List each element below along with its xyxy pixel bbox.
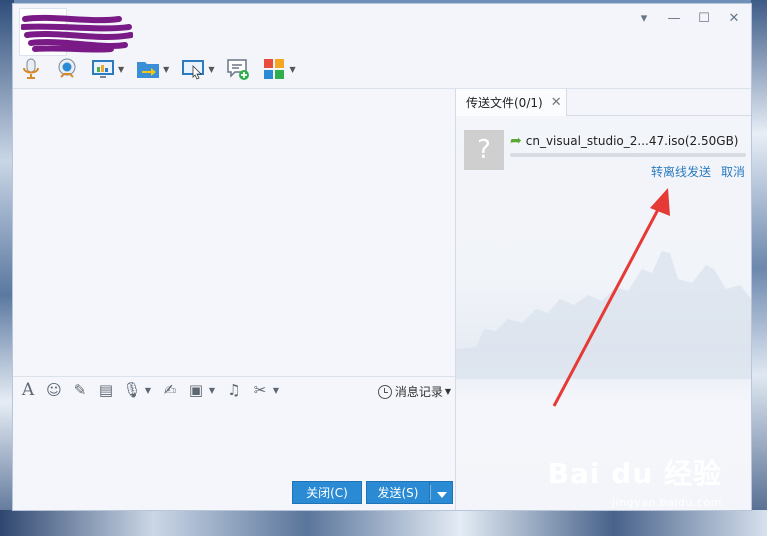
chat-add-icon	[227, 59, 250, 80]
background-bottom	[0, 510, 767, 536]
file-name: cn_visual_studio_2...47.iso(2.50GB)	[525, 134, 739, 148]
music-icon[interactable]: ♫	[223, 379, 245, 401]
offline-send-link[interactable]: 转离线发送	[651, 163, 711, 180]
send-button[interactable]: 发送(S)	[366, 481, 429, 504]
magic-wand-icon[interactable]: ✎	[69, 379, 91, 401]
apps-icon	[264, 59, 285, 79]
scissors-dropdown-icon[interactable]: ▼	[271, 379, 281, 401]
annotation-arrow-icon	[552, 188, 670, 407]
remote-desktop-button[interactable]: ▼	[181, 56, 214, 82]
video-icon	[58, 58, 76, 78]
menu-caret-icon[interactable]: ▾	[635, 10, 653, 28]
send-arrow-icon: ➦	[510, 133, 522, 149]
edit-icon[interactable]: ✍	[159, 379, 181, 401]
window-controls: ▾ — ☐ ✕	[635, 10, 743, 28]
emoji-icon[interactable]: ☺	[43, 379, 65, 401]
input-toolbar: A ☺ ✎ ▤ 🎙 ▼ ✍ ▣ ▼ ♫ ✂ ▼	[17, 379, 287, 401]
screen-share-icon	[92, 60, 114, 78]
film-icon[interactable]: ▤	[95, 379, 117, 401]
tab-close-icon[interactable]: ✕	[551, 95, 562, 110]
scissors-icon[interactable]: ✂	[249, 379, 271, 401]
file-transfer-dropdown-icon[interactable]: ▼	[163, 65, 169, 74]
file-transfer-button[interactable]: ▼	[136, 56, 169, 82]
video-call-button[interactable]	[55, 56, 79, 82]
redaction-scribble	[21, 14, 133, 53]
send-options-button[interactable]	[429, 481, 453, 504]
top-toolbar: ▼ ▼ ▼ ▼	[19, 56, 308, 82]
microphone-icon	[23, 58, 39, 79]
input-divider	[13, 376, 455, 377]
message-history-area[interactable]	[13, 89, 455, 376]
clock-icon	[377, 384, 392, 399]
file-transfer-icon	[137, 62, 160, 78]
cancel-link[interactable]: 取消	[721, 163, 745, 180]
message-history-button[interactable]: 消息记录 ▼	[377, 383, 451, 400]
file-type-icon: ?	[464, 130, 504, 170]
remote-desktop-icon	[182, 60, 205, 80]
apps-button[interactable]: ▼	[262, 56, 296, 82]
voice-call-button[interactable]	[19, 56, 43, 82]
voice-icon[interactable]: 🎙	[121, 379, 143, 401]
image-icon[interactable]: ▣	[185, 379, 207, 401]
image-dropdown-icon[interactable]: ▼	[207, 379, 217, 401]
background-right	[751, 0, 767, 536]
baidu-watermark: Bai du 经验 jingyan.baidu.com	[548, 452, 722, 509]
maximize-icon[interactable]: ☐	[695, 10, 713, 28]
screen-share-button[interactable]: ▼	[91, 56, 124, 82]
watermark-url: jingyan.baidu.com	[611, 496, 722, 509]
font-icon[interactable]: A	[17, 379, 39, 401]
remote-desktop-dropdown-icon[interactable]: ▼	[208, 65, 214, 74]
tab-underline	[566, 115, 751, 116]
history-label: 消息记录	[394, 385, 443, 399]
apps-dropdown-icon[interactable]: ▼	[289, 65, 295, 74]
file-name-row: ➦ cn_visual_studio_2...47.iso(2.50GB)	[510, 133, 738, 149]
history-dropdown-icon: ▼	[444, 387, 451, 396]
message-input[interactable]	[13, 405, 455, 477]
watermark-brand: Bai du 经验	[547, 457, 722, 490]
chat-add-button[interactable]	[226, 56, 250, 82]
voice-dropdown-icon[interactable]: ▼	[143, 379, 153, 401]
transfer-progress-bar	[510, 153, 746, 157]
close-icon[interactable]: ✕	[725, 10, 743, 28]
tab-file-transfer[interactable]: 传送文件(0/1) ✕	[456, 89, 567, 116]
tab-file-transfer-label: 传送文件(0/1)	[466, 96, 543, 110]
transfer-actions: 转离线发送 取消	[651, 163, 745, 180]
close-button[interactable]: 关闭(C)	[292, 481, 362, 504]
chat-area: A ☺ ✎ ▤ 🎙 ▼ ✍ ▣ ▼ ♫ ✂ ▼ 消息记录 ▼	[13, 89, 455, 510]
screen-share-dropdown-icon[interactable]: ▼	[118, 65, 124, 74]
minimize-icon[interactable]: —	[665, 10, 683, 28]
